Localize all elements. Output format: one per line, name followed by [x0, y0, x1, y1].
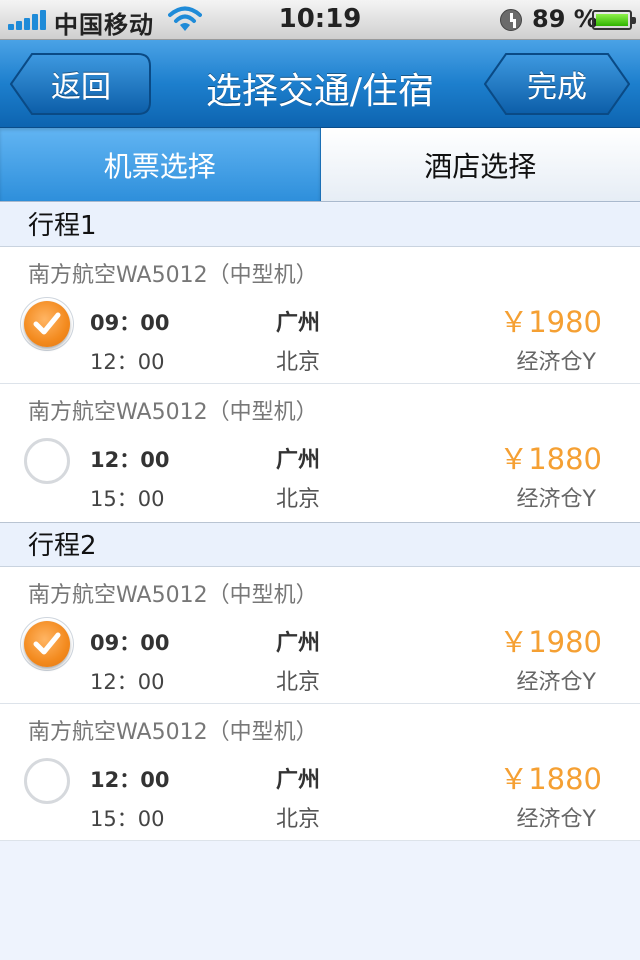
- ticket-price: ￥1980: [499, 305, 602, 339]
- cabin-class: 经济仓Y: [516, 350, 596, 375]
- battery-icon: [592, 10, 636, 30]
- arrival-time: 15：00: [90, 487, 165, 511]
- arrival-time: 12：00: [90, 350, 165, 374]
- tab-hotel-selection[interactable]: 酒店选择: [320, 128, 640, 201]
- departure-city: 广州: [276, 631, 321, 656]
- section-header: 行程2: [0, 523, 640, 567]
- departure-city: 广州: [276, 768, 321, 793]
- alarm-clock-icon: [500, 9, 522, 31]
- battery-percent: 89 %: [532, 5, 598, 33]
- unchecked-radio-icon[interactable]: [24, 438, 70, 484]
- flight-option[interactable]: 南方航空WA5012（中型机） 12：00 15：00 广州 北京 ￥1880 …: [0, 384, 640, 523]
- airline-name: 南方航空WA5012（中型机）: [28, 583, 318, 608]
- checked-radio-icon[interactable]: [24, 621, 70, 667]
- status-bar: 中国移动 10:19 89 %: [0, 0, 640, 40]
- tab-flight-selection[interactable]: 机票选择: [0, 128, 321, 201]
- arrival-city: 北京: [276, 670, 321, 695]
- ticket-price: ￥1880: [499, 442, 602, 476]
- departure-city: 广州: [276, 448, 321, 473]
- departure-time: 09：00: [90, 631, 170, 655]
- section-header: 行程1: [0, 203, 640, 247]
- done-button-label: 完成: [527, 70, 587, 105]
- segmented-tabs: 机票选择 酒店选择: [0, 128, 640, 202]
- arrival-time: 12：00: [90, 670, 165, 694]
- flight-option[interactable]: 南方航空WA5012（中型机） 12：00 15：00 广州 北京 ￥1880 …: [0, 704, 640, 841]
- cabin-class: 经济仓Y: [516, 807, 596, 832]
- airline-name: 南方航空WA5012（中型机）: [28, 400, 318, 425]
- departure-time: 12：00: [90, 448, 170, 472]
- done-button[interactable]: 完成: [484, 52, 630, 116]
- arrival-city: 北京: [276, 487, 321, 512]
- unchecked-radio-icon[interactable]: [24, 758, 70, 804]
- departure-time: 12：00: [90, 768, 170, 792]
- cabin-class: 经济仓Y: [516, 670, 596, 695]
- airline-name: 南方航空WA5012（中型机）: [28, 720, 318, 745]
- ticket-price: ￥1980: [499, 625, 602, 659]
- ticket-price: ￥1880: [499, 762, 602, 796]
- departure-time: 09：00: [90, 311, 170, 335]
- departure-city: 广州: [276, 311, 321, 336]
- checked-radio-icon[interactable]: [24, 301, 70, 347]
- cabin-class: 经济仓Y: [516, 487, 596, 512]
- arrival-city: 北京: [276, 807, 321, 832]
- flight-option[interactable]: 南方航空WA5012（中型机） 09：00 12：00 广州 北京 ￥1980 …: [0, 247, 640, 384]
- navigation-bar: 返回 选择交通/住宿 完成: [0, 40, 640, 128]
- itinerary-list: 行程1 南方航空WA5012（中型机） 09：00 12：00 广州 北京 ￥1…: [0, 203, 640, 841]
- arrival-city: 北京: [276, 350, 321, 375]
- airline-name: 南方航空WA5012（中型机）: [28, 263, 318, 288]
- flight-option[interactable]: 南方航空WA5012（中型机） 09：00 12：00 广州 北京 ￥1980 …: [0, 567, 640, 704]
- arrival-time: 15：00: [90, 807, 165, 831]
